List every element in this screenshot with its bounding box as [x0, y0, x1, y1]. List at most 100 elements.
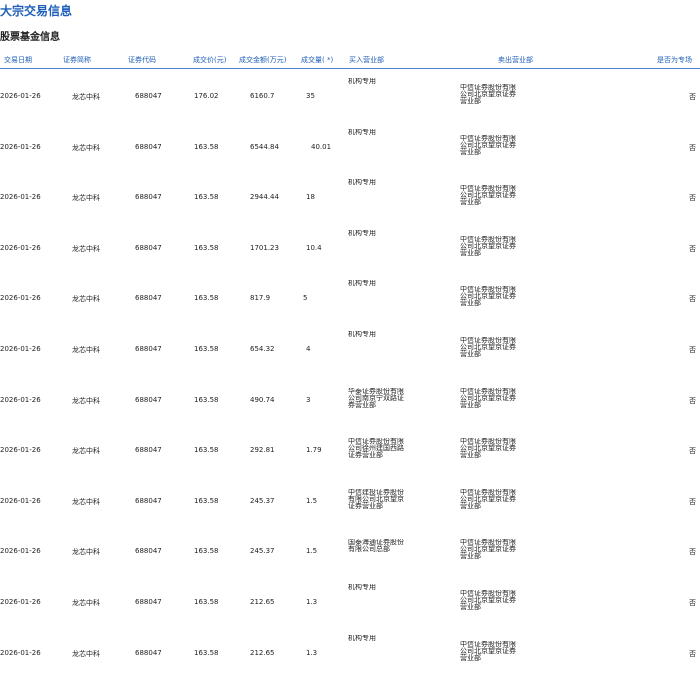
- header-special[interactable]: 是否为专场: [657, 55, 700, 65]
- cell-date: 2026-01-26: [0, 648, 41, 657]
- cell-amount: 245.37: [250, 496, 275, 505]
- cell-name: 龙芯中科: [72, 548, 100, 557]
- cell-volume: 1.79: [306, 446, 322, 455]
- cell-price: 163.58: [194, 193, 219, 202]
- cell-amount: 654.32: [250, 345, 275, 353]
- cell-price: 163.58: [194, 598, 219, 606]
- header-name[interactable]: 证券简称: [63, 55, 91, 65]
- cell-volume: 18: [306, 193, 315, 202]
- cell-buyer: 机构专用: [348, 179, 376, 187]
- cell-code: 688047: [135, 142, 162, 151]
- cell-date: 2026-01-26: [0, 395, 41, 404]
- cell-buyer: 机构专用: [348, 584, 376, 591]
- cell-volume: 40.01: [311, 142, 332, 151]
- cell-special: 否: [689, 447, 696, 456]
- cell-amount: 292.81: [250, 446, 275, 455]
- cell-special: 否: [689, 244, 696, 253]
- header-buyer[interactable]: 买入营业部: [349, 55, 384, 65]
- cell-volume: 35: [306, 92, 315, 100]
- cell-code: 688047: [135, 193, 162, 202]
- cell-volume: 1.3: [306, 598, 318, 606]
- cell-volume: 1.5: [306, 496, 318, 505]
- cell-price: 163.58: [194, 496, 219, 505]
- cell-price: 176.02: [194, 92, 219, 100]
- cell-buyer: 国泰海通证券股份有限公司总部: [348, 539, 404, 554]
- table-row: 2026-01-26 龙芯中科 688047 163.58 490.74 3 华泰证券股份有…: [0, 375, 700, 425]
- cell-special: 否: [689, 396, 696, 405]
- cell-volume: 3: [306, 395, 311, 404]
- cell-buyer: 机构专用: [348, 280, 376, 288]
- cell-special: 否: [689, 295, 696, 304]
- cell-seller: 中信证券股份有限公司北京望京证券营业部: [460, 387, 516, 409]
- cell-amount: 490.74: [250, 395, 275, 404]
- cell-volume: 5: [303, 294, 308, 303]
- cell-code: 688047: [135, 648, 162, 657]
- header-date[interactable]: 交易日期: [4, 55, 32, 65]
- header-code[interactable]: 证券代码: [128, 55, 156, 65]
- cell-name: 龙芯中科: [72, 447, 100, 456]
- cell-date: 2026-01-26: [0, 345, 41, 353]
- header-amount[interactable]: 成交金额(万元): [239, 55, 286, 65]
- table-row: 2026-01-26 龙芯中科 688047 163.58 1701.23 10.4 机构专…: [0, 223, 700, 273]
- table-row: 2026-01-26 龙芯中科 688047 163.58 212.65 1.3 机构专用中…: [0, 628, 700, 678]
- cell-date: 2026-01-26: [0, 243, 41, 252]
- cell-name: 龙芯中科: [72, 599, 100, 607]
- cell-name: 龙芯中科: [72, 649, 100, 658]
- cell-name: 龙芯中科: [72, 244, 100, 253]
- cell-buyer: 中信建投证券股份有限公司北京望京证券营业部: [348, 488, 404, 510]
- cell-buyer: 华泰证券股份有限公司南京宁双路证券营业部: [348, 387, 404, 409]
- cell-special: 否: [689, 599, 696, 607]
- cell-name: 龙芯中科: [72, 346, 100, 354]
- table-row: 2026-01-26 龙芯中科 688047 163.58 292.81 1.79 中信证券…: [0, 425, 700, 475]
- header-volume[interactable]: 成交量( *): [301, 55, 333, 65]
- cell-seller: 中信证券股份有限公司北京望京证券营业部: [460, 134, 516, 156]
- cell-name: 龙芯中科: [72, 295, 100, 304]
- cell-buyer: 中信证券股份有限公司徐州建国西路证券营业部: [348, 438, 404, 460]
- cell-special: 否: [689, 346, 696, 354]
- cell-price: 163.58: [194, 395, 219, 404]
- cell-date: 2026-01-26: [0, 496, 41, 505]
- cell-buyer: 机构专用: [348, 229, 376, 237]
- header-price[interactable]: 成交价(元): [193, 55, 226, 65]
- cell-special: 否: [689, 497, 696, 506]
- cell-code: 688047: [135, 294, 162, 303]
- cell-volume: 1.5: [306, 547, 318, 556]
- cell-code: 688047: [135, 345, 162, 353]
- cell-date: 2026-01-26: [0, 446, 41, 455]
- table-row: 2026-01-26 龙芯中科 688047 163.58 212.65 1.3 机构专用中…: [0, 577, 700, 627]
- cell-special: 否: [689, 649, 696, 658]
- cell-price: 163.58: [194, 345, 219, 353]
- cell-seller: 中信证券股份有限公司北京望京证券营业部: [460, 286, 516, 308]
- cell-seller: 中信证券股份有限公司北京望京证券营业部: [460, 488, 516, 510]
- cell-code: 688047: [135, 243, 162, 252]
- cell-price: 163.58: [194, 243, 219, 252]
- cell-special: 否: [689, 548, 696, 557]
- cell-code: 688047: [135, 547, 162, 556]
- table-row: 2026-01-26 龙芯中科 688047 163.58 6544.84 40.01 机构…: [0, 122, 700, 172]
- cell-date: 2026-01-26: [0, 547, 41, 556]
- table-header: 交易日期 证券简称 证券代码 成交价(元) 成交金额(万元) 成交量( *) 买…: [0, 50, 700, 69]
- cell-date: 2026-01-26: [0, 294, 41, 303]
- cell-buyer: 机构专用: [348, 128, 376, 136]
- cell-price: 163.58: [194, 142, 219, 151]
- cell-volume: 1.3: [306, 648, 318, 657]
- cell-code: 688047: [135, 446, 162, 455]
- table-row: 2026-01-26 龙芯中科 688047 176.02 6160.7 35 机构专用 中信…: [0, 71, 700, 121]
- cell-amount: 2944.44: [250, 193, 279, 202]
- cell-date: 2026-01-26: [0, 598, 41, 606]
- cell-amount: 212.65: [250, 598, 275, 606]
- cell-amount: 1701.23: [250, 243, 279, 252]
- table-row: 2026-01-26 龙芯中科 688047 163.58 654.32 4 机构专用 中信证…: [0, 324, 700, 374]
- cell-price: 163.58: [194, 547, 219, 556]
- header-seller[interactable]: 卖出营业部: [498, 55, 533, 65]
- cell-special: 否: [689, 93, 696, 101]
- cell-code: 688047: [135, 395, 162, 404]
- cell-seller: 中信证券股份有限公司北京望京证券营业部: [460, 235, 516, 257]
- cell-date: 2026-01-26: [0, 92, 41, 100]
- cell-code: 688047: [135, 598, 162, 606]
- cell-seller: 中信证券股份有限公司北京望京证券营业部: [460, 590, 516, 611]
- cell-special: 否: [689, 194, 696, 203]
- cell-buyer: 机构专用: [348, 634, 376, 642]
- cell-volume: 10.4: [306, 243, 322, 252]
- cell-amount: 212.65: [250, 648, 275, 657]
